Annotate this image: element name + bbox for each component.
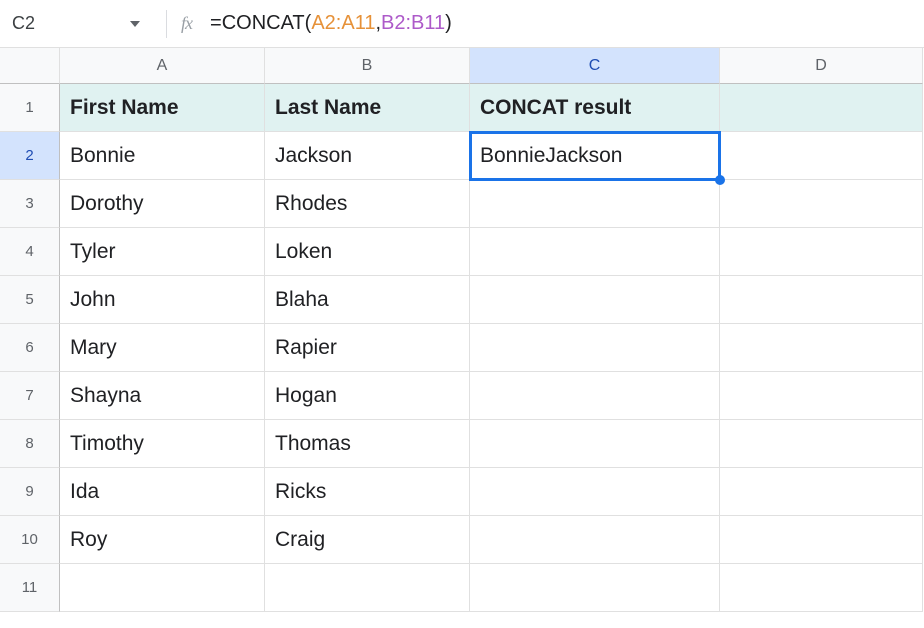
cell[interactable] — [470, 516, 720, 564]
cell[interactable]: Shayna — [60, 372, 265, 420]
formula-bar: C2 fx =CONCAT(A2:A11,B2:B11) — [0, 0, 924, 48]
row-header[interactable]: 11 — [0, 564, 60, 612]
cell[interactable] — [470, 276, 720, 324]
row-header[interactable]: 4 — [0, 228, 60, 276]
cell[interactable] — [470, 468, 720, 516]
cell[interactable] — [720, 228, 923, 276]
cell[interactable]: Blaha — [265, 276, 470, 324]
cell[interactable]: Bonnie — [60, 132, 265, 180]
spreadsheet-grid[interactable]: ABCD1First NameLast NameCONCAT result2Bo… — [0, 48, 924, 612]
cell[interactable]: BonnieJackson — [470, 132, 720, 180]
fill-handle[interactable] — [715, 175, 725, 185]
column-header-d[interactable]: D — [720, 48, 923, 84]
cell[interactable] — [60, 564, 265, 612]
cell[interactable] — [265, 564, 470, 612]
fx-icon: fx — [181, 13, 192, 34]
cell[interactable]: Rhodes — [265, 180, 470, 228]
cell[interactable] — [720, 84, 923, 132]
cell[interactable] — [720, 420, 923, 468]
row-header[interactable]: 5 — [0, 276, 60, 324]
cell[interactable]: Craig — [265, 516, 470, 564]
cell[interactable] — [720, 276, 923, 324]
cell[interactable] — [470, 228, 720, 276]
cell[interactable] — [720, 132, 923, 180]
cell[interactable]: Roy — [60, 516, 265, 564]
cell[interactable] — [720, 516, 923, 564]
column-header-a[interactable]: A — [60, 48, 265, 84]
column-header-c[interactable]: C — [470, 48, 720, 84]
cell[interactable] — [470, 324, 720, 372]
cell[interactable]: Timothy — [60, 420, 265, 468]
divider — [166, 10, 167, 38]
cell[interactable] — [470, 180, 720, 228]
cell[interactable]: Ricks — [265, 468, 470, 516]
cell[interactable] — [470, 564, 720, 612]
cell[interactable]: John — [60, 276, 265, 324]
cell[interactable] — [470, 420, 720, 468]
cell[interactable]: Ida — [60, 468, 265, 516]
cell[interactable]: Jackson — [265, 132, 470, 180]
cell[interactable] — [720, 324, 923, 372]
cell[interactable]: CONCAT result — [470, 84, 720, 132]
cell[interactable] — [720, 372, 923, 420]
cell[interactable]: Hogan — [265, 372, 470, 420]
cell[interactable] — [720, 180, 923, 228]
row-header[interactable]: 9 — [0, 468, 60, 516]
cell[interactable] — [720, 468, 923, 516]
formula-input[interactable]: =CONCAT(A2:A11,B2:B11) — [210, 12, 916, 35]
cell[interactable]: Tyler — [60, 228, 265, 276]
cell[interactable] — [470, 372, 720, 420]
chevron-down-icon[interactable] — [130, 21, 140, 27]
row-header[interactable]: 10 — [0, 516, 60, 564]
cell[interactable]: Last Name — [265, 84, 470, 132]
name-box[interactable]: C2 — [12, 13, 152, 34]
column-header-b[interactable]: B — [265, 48, 470, 84]
row-header[interactable]: 7 — [0, 372, 60, 420]
cell[interactable]: Rapier — [265, 324, 470, 372]
name-box-value: C2 — [12, 13, 35, 34]
cell[interactable]: Dorothy — [60, 180, 265, 228]
row-header[interactable]: 6 — [0, 324, 60, 372]
cell[interactable]: Loken — [265, 228, 470, 276]
cell[interactable]: First Name — [60, 84, 265, 132]
cell[interactable]: Mary — [60, 324, 265, 372]
cell[interactable]: Thomas — [265, 420, 470, 468]
row-header[interactable]: 3 — [0, 180, 60, 228]
cell[interactable] — [720, 564, 923, 612]
row-header[interactable]: 2 — [0, 132, 60, 180]
row-header[interactable]: 8 — [0, 420, 60, 468]
select-all-corner[interactable] — [0, 48, 60, 84]
row-header[interactable]: 1 — [0, 84, 60, 132]
